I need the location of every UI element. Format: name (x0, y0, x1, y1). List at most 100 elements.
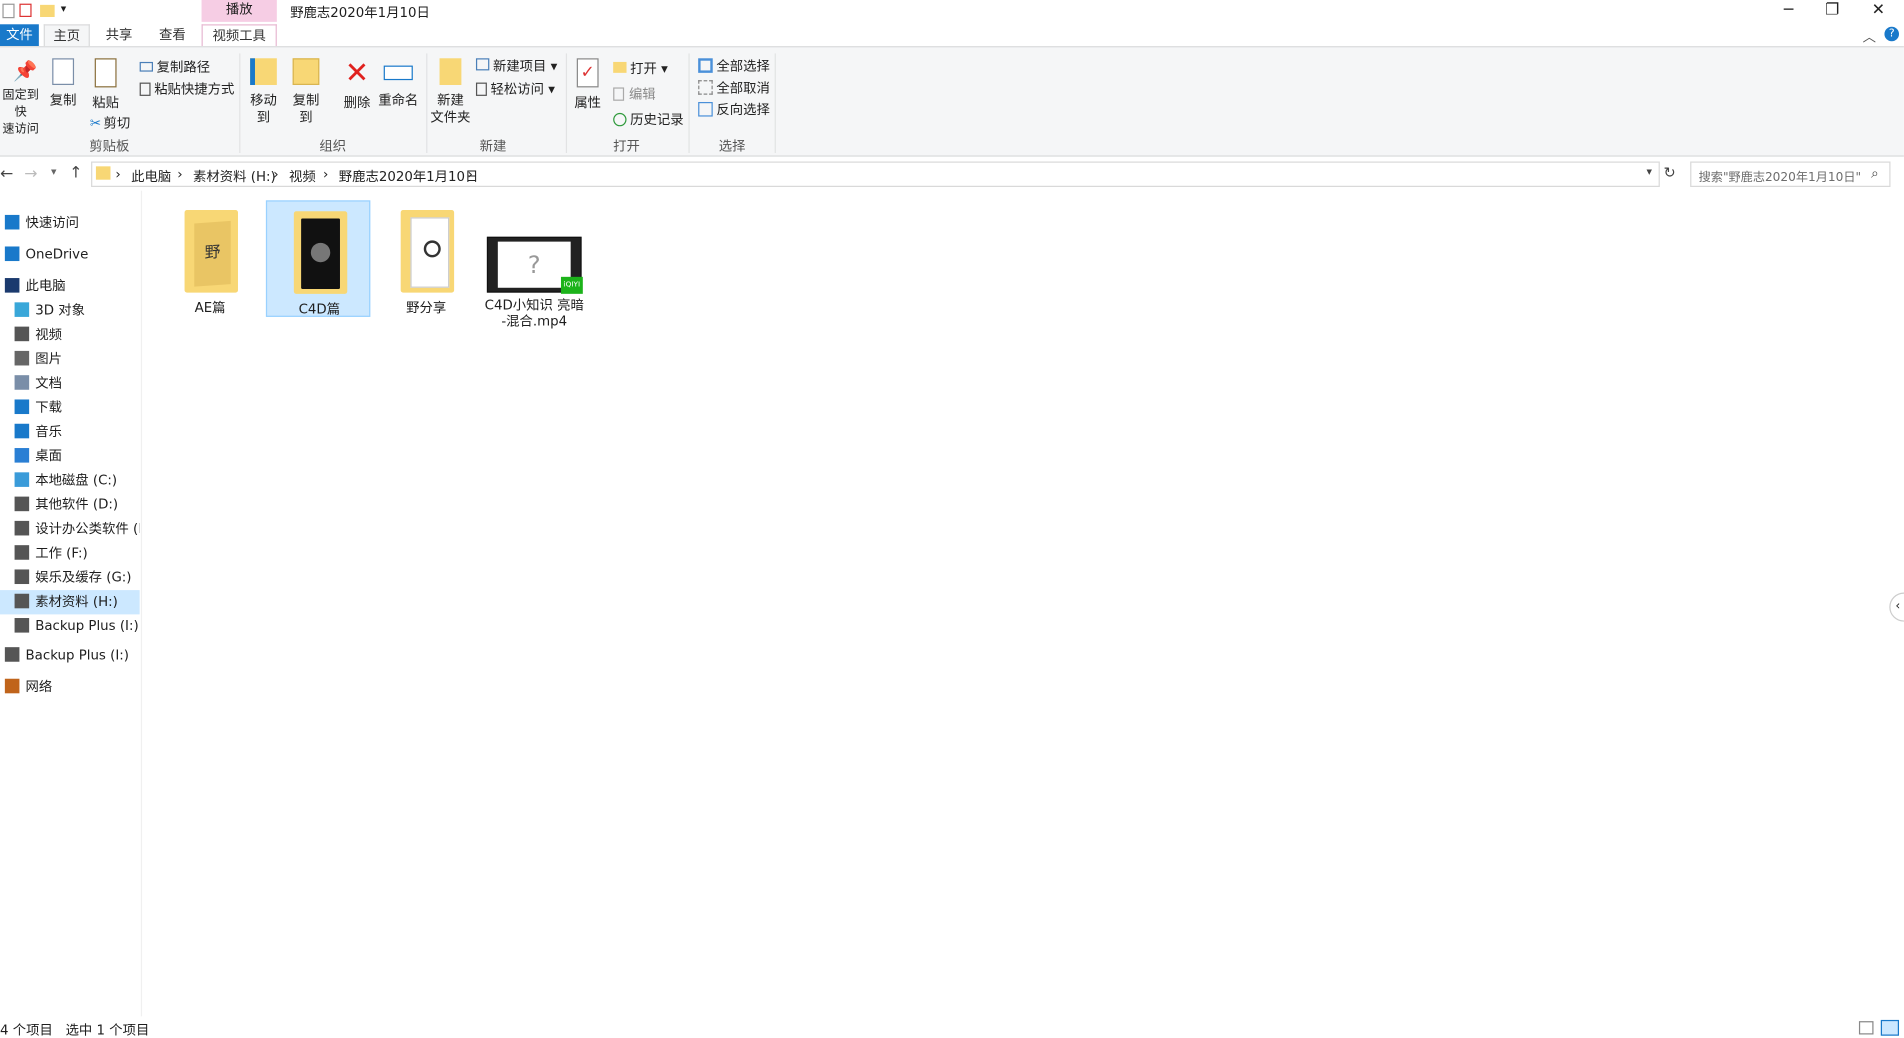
ribbon-separator (426, 53, 428, 153)
nav-item[interactable]: 桌面 (0, 444, 140, 468)
close-button[interactable]: ✕ (1857, 0, 1901, 22)
invert-selection-icon (698, 101, 713, 117)
nav-item[interactable]: 音乐 (0, 420, 140, 444)
delete-button[interactable]: ✕ 删除 (340, 53, 374, 111)
refresh-icon[interactable]: ↻ (1663, 164, 1675, 181)
title-bar (0, 0, 1904, 25)
up-icon[interactable]: ↑ (69, 164, 82, 182)
rename-button[interactable]: 重命名 (376, 53, 420, 109)
nav-item-label: 工作 (F:) (35, 545, 88, 561)
nav-item[interactable]: OneDrive (0, 243, 140, 267)
select-none-icon (698, 80, 713, 95)
breadcrumb-sep-icon: › (273, 166, 279, 183)
video-item-c4d-tips[interactable]: ? iQIYI C4D小知识 亮暗 -混合.mp4 (482, 200, 586, 329)
tab-home[interactable]: 主页 (43, 24, 90, 48)
breadcrumb-video[interactable]: 视频 (289, 166, 316, 185)
save-icon[interactable] (2, 3, 15, 19)
history-button[interactable]: 历史记录 (613, 109, 684, 128)
nav-item[interactable]: 本地磁盘 (C:) (0, 469, 140, 493)
nav-item[interactable]: 娱乐及缓存 (G:) (0, 566, 140, 590)
new-item-icon (475, 58, 490, 71)
nav-item[interactable]: Backup Plus (I:) (0, 614, 140, 638)
open-button[interactable]: 打开 ▾ (613, 58, 668, 77)
folder-icon (293, 211, 348, 294)
nav-item[interactable]: 视频 (0, 323, 140, 347)
properties-button[interactable]: ✓ 属性 (571, 53, 605, 111)
forward-icon[interactable]: → (24, 165, 37, 183)
copy-to-button[interactable]: 复制到 (287, 53, 326, 126)
folder-icon[interactable] (40, 4, 55, 17)
nav-item-label: 图片 (35, 350, 62, 367)
nav-item[interactable]: 快速访问 (0, 211, 140, 235)
search-icon[interactable]: ⌕ (1871, 165, 1878, 182)
edit-button[interactable]: 编辑 (613, 84, 656, 103)
tab-file[interactable]: 文件 (0, 24, 39, 47)
group-select: 选择 (718, 138, 746, 155)
tab-view[interactable]: 查看 (151, 24, 195, 46)
new-folder-button[interactable]: 新建 文件夹 (430, 53, 471, 126)
pin-icon: 📌 (13, 59, 38, 83)
nav-item[interactable]: 下载 (0, 396, 140, 420)
ribbon-separator (774, 53, 776, 153)
pin-quick-access-button[interactable]: 📌 固定到快 速访问 (0, 53, 41, 138)
recent-locations-icon[interactable]: ▾ (51, 166, 57, 178)
folder-item-ae[interactable]: 野 AE篇 (158, 200, 262, 317)
group-organize: 组织 (319, 138, 347, 155)
help-icon[interactable]: ? (1884, 26, 1900, 42)
breadcrumb-drive-h[interactable]: 素材资料 (H:) (193, 166, 276, 185)
breadcrumb-current-folder[interactable]: 野鹿志2020年1月10日 (339, 166, 479, 185)
back-icon[interactable]: ← (0, 165, 13, 183)
drive-icon (14, 545, 30, 560)
breadcrumb-this-pc[interactable]: 此电脑 (131, 166, 171, 185)
paste-button[interactable]: 粘贴 (87, 53, 123, 111)
details-view-icon[interactable] (1858, 1021, 1874, 1035)
download-icon (14, 399, 30, 415)
nav-item[interactable]: 文档 (0, 372, 140, 396)
copy-path-button[interactable]: 复制路径 (139, 57, 210, 76)
select-all-button[interactable]: 全部选择 (698, 56, 770, 75)
minimize-button[interactable]: ─ (1767, 0, 1811, 22)
breadcrumb-sep-icon: › (177, 166, 183, 183)
quick-access-dropdown-icon[interactable]: ▾ (61, 4, 67, 16)
nav-item[interactable]: 设计办公类软件 (E: (0, 517, 140, 541)
nav-item[interactable]: 工作 (F:) (0, 542, 140, 566)
folder-icon (400, 210, 455, 293)
tab-video-tools[interactable]: 视频工具 (201, 24, 277, 47)
breadcrumb-sep-icon: › (467, 166, 473, 183)
invert-selection-button[interactable]: 反向选择 (698, 100, 770, 119)
address-dropdown-icon[interactable]: ▾ (1646, 166, 1652, 178)
nav-item[interactable]: 网络 (0, 675, 140, 699)
folder-item-c4d[interactable]: C4D篇 (265, 200, 371, 317)
nav-item[interactable]: 3D 对象 (0, 299, 140, 323)
copy-button[interactable]: 复制 (46, 53, 80, 109)
iqiyi-badge-icon: iQIYI (560, 276, 583, 294)
new-item-button[interactable]: 新建项目 ▾ (475, 56, 557, 75)
edit-icon (613, 87, 625, 101)
drive-icon (14, 569, 30, 585)
nav-item[interactable]: 图片 (0, 347, 140, 371)
maximize-button[interactable]: ❐ (1810, 0, 1854, 22)
nav-item[interactable]: 此电脑 (0, 274, 140, 298)
drive-icon (14, 618, 30, 633)
move-folder-icon (250, 58, 277, 85)
scissors-icon: ✂ (89, 115, 102, 132)
folder-item-share[interactable]: 野分享 (374, 200, 478, 317)
large-icons-view-icon[interactable] (1880, 1019, 1900, 1036)
tab-share[interactable]: 共享 (97, 24, 141, 46)
move-to-button[interactable]: 移动到 (244, 53, 283, 126)
cut-button[interactable]: ✂ 剪切 (90, 113, 130, 132)
paste-shortcut-button[interactable]: 粘贴快捷方式 (139, 79, 234, 98)
select-none-button[interactable]: 全部取消 (698, 78, 770, 97)
desktop-icon (14, 448, 30, 463)
easy-access-button[interactable]: 轻松访问 ▾ (475, 79, 555, 98)
item-count: 4 个项目 (0, 1022, 53, 1038)
check-icon[interactable] (19, 3, 32, 17)
nav-item[interactable]: 其他软件 (D:) (0, 493, 140, 517)
collapse-ribbon-icon[interactable]: ︿ (1863, 27, 1876, 46)
tab-row (0, 24, 1904, 47)
nav-item[interactable]: 素材资料 (H:) (0, 590, 140, 615)
nav-item[interactable]: Backup Plus (I:) (0, 644, 140, 668)
nav-item-label: 其他软件 (D:) (35, 496, 119, 513)
copy-folder-icon (292, 58, 320, 85)
search-input[interactable]: 搜索"野鹿志2020年1月10日" (1690, 161, 1891, 187)
